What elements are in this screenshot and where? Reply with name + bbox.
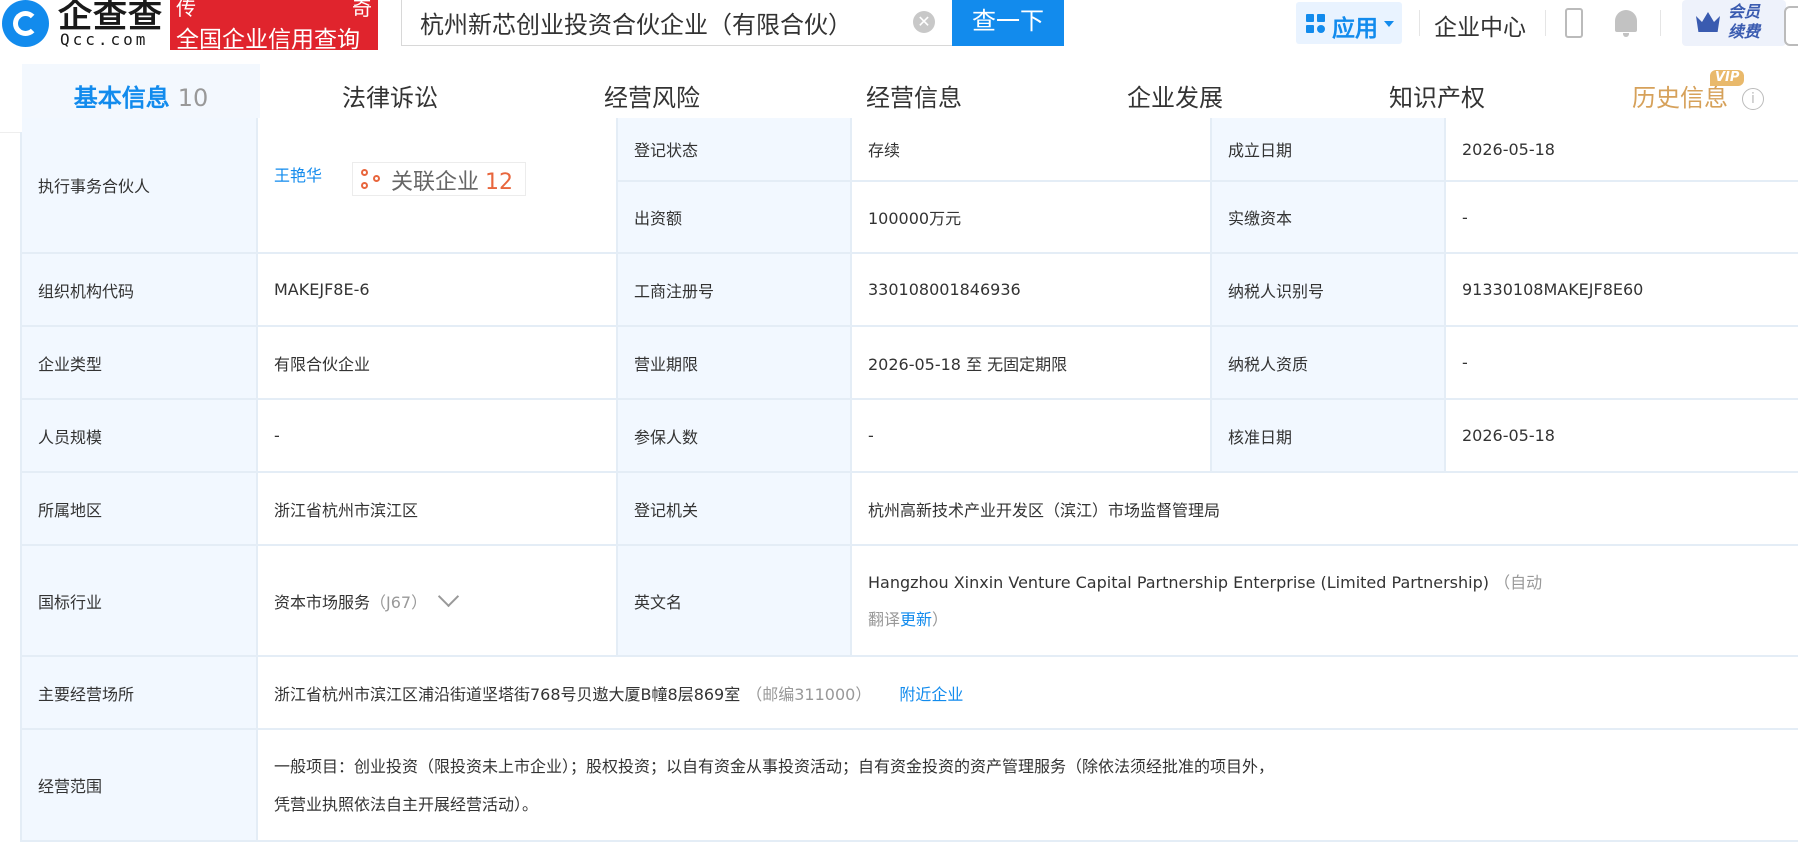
region-value: 浙江省杭州市滨江区 [258,473,618,546]
qcc-logo-icon[interactable] [2,0,49,47]
biz-term-value: 2026-05-18 至 无固定期限 [852,327,1212,400]
relation-icon [361,169,381,189]
biz-term-label: 营业期限 [618,327,852,400]
ent-type-value: 有限合伙企业 [258,327,618,400]
caret-down-icon [1384,21,1394,27]
app-menu-button[interactable]: 应用 [1296,2,1402,44]
approve-date-value: 2026-05-18 [1446,400,1798,473]
org-code-value: MAKEJF8E-6 [258,254,618,327]
grid-icon [1306,14,1326,34]
found-date-label: 成立日期 [1212,118,1446,182]
divider [1660,10,1661,36]
industry-code: （J67） [370,592,428,612]
industry-cell[interactable]: 资本市场服务 （J67） [258,546,618,657]
search-button[interactable]: 查一下 [952,0,1064,46]
authority-label: 登记机关 [618,473,852,546]
industry-value: 资本市场服务 [274,592,371,612]
related-companies-button[interactable]: 关联企业 12 [352,162,526,196]
app-menu-label: 应用 [1332,16,1378,42]
en-name-note-3: ） [932,610,949,629]
user-avatar-icon[interactable] [1784,6,1798,46]
industry-label: 国标行业 [22,546,258,657]
scope-label: 经营范围 [22,730,258,842]
en-name-note: （自动 [1494,573,1543,592]
insured-value: - [852,400,1212,473]
biz-reg-label: 工商注册号 [618,254,852,327]
scope-cell: 一般项目：创业投资（限投资未上市企业）；股权投资；以自有资金从事投资活动；自有资… [258,730,1798,842]
divider [1419,10,1420,36]
en-name-update-link[interactable]: 更新 [900,610,932,629]
capital-label: 出资额 [618,182,852,254]
tax-qual-label: 纳税人资质 [1212,327,1446,400]
bell-icon[interactable] [1615,10,1637,37]
top-header: 企查查 Qcc.com 传 奇 全国企业信用查询 ✕ 查一下 应用 企业中心 会… [0,0,1798,55]
paid-capital-value: - [1446,182,1798,254]
chevron-down-icon[interactable] [438,585,460,608]
en-name-label: 英文名 [618,546,852,657]
paid-capital-label: 实缴资本 [1212,182,1446,254]
insured-label: 参保人数 [618,400,852,473]
related-count: 12 [485,170,514,195]
capital-value: 100000万元 [852,182,1212,254]
logo-domain: Qcc.com [60,30,149,49]
reg-status-label: 登记状态 [618,118,852,182]
scope-line-1: 一般项目：创业投资（限投资未上市企业）；股权投资；以自有资金从事投资活动；自有资… [274,757,1275,776]
postcode: （邮编311000） [746,684,872,704]
ent-type-label: 企业类型 [22,327,258,400]
biz-reg-value: 330108001846936 [852,254,1212,327]
vip-tag: VIP [1710,70,1745,86]
org-code-label: 组织机构代码 [22,254,258,327]
tax-id-value: 91330108MAKEJF8E60 [1446,254,1798,327]
tab-label: 基本信息 [73,84,170,112]
tax-id-label: 纳税人识别号 [1212,254,1446,327]
address-label: 主要经营场所 [22,657,258,730]
tax-qual-value: - [1446,327,1798,400]
search-input[interactable] [418,5,902,39]
crown-icon [1696,12,1720,32]
found-date-value: 2026-05-18 [1446,118,1798,182]
enterprise-center-link[interactable]: 企业中心 [1434,8,1526,42]
nearby-companies-link[interactable]: 附近企业 [899,681,963,705]
tab-count: 10 [177,84,209,112]
vip-renew-button[interactable]: 会员续费 [1682,0,1786,46]
clear-icon[interactable]: ✕ [913,11,935,33]
scope-line-2: 凭营业执照依法自主开展经营活动）。 [274,795,539,814]
en-name-cell: Hangzhou Xinxin Venture Capital Partners… [852,546,1798,657]
staff-label: 人员规模 [22,400,258,473]
search-box: ✕ [401,0,953,46]
vip-renew-label: 会员续费 [1728,2,1761,41]
staff-value: - [258,400,618,473]
mobile-phone-icon[interactable] [1565,8,1583,38]
reg-status-value: 存续 [852,118,1212,182]
slogan-top-left: 传 [176,0,196,20]
divider [1545,10,1546,36]
region-label: 所属地区 [22,473,258,546]
related-label: 关联企业 [391,170,480,195]
info-icon[interactable]: i [1742,88,1764,110]
slogan-text: 全国企业信用查询 [176,27,360,53]
slogan-top-right: 奇 [352,0,372,20]
address-value: 浙江省杭州市滨江区浦沿街道坚塔街768号贝遨大厦B幢8层869室 [274,684,741,704]
partner-name-link[interactable]: 王艳华 [274,162,322,186]
partner-label: 执行事务合伙人 [22,118,258,254]
en-name-value: Hangzhou Xinxin Venture Capital Partners… [868,573,1489,592]
address-cell: 浙江省杭州市滨江区浦沿街道坚塔街768号贝遨大厦B幢8层869室 （邮编3110… [258,657,1798,730]
authority-value: 杭州高新技术产业开发区（滨江）市场监督管理局 [852,473,1798,546]
en-name-note-2: 翻译 [868,610,901,629]
approve-date-label: 核准日期 [1212,400,1446,473]
slogan-banner: 传 奇 全国企业信用查询 [170,0,378,53]
